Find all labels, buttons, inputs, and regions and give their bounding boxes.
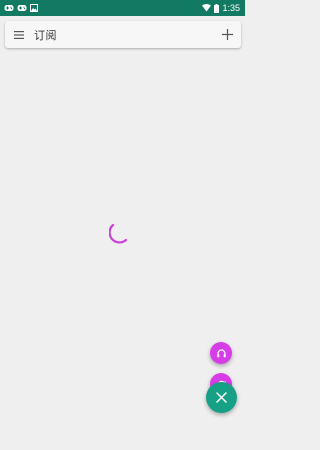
plus-icon bbox=[221, 29, 233, 40]
image-icon bbox=[30, 4, 38, 12]
hamburger-menu-icon bbox=[14, 30, 24, 39]
headset-fab[interactable] bbox=[210, 342, 232, 364]
loading-spinner bbox=[109, 223, 128, 244]
page-title: 订阅 bbox=[34, 28, 57, 42]
close-icon bbox=[216, 392, 227, 403]
status-time: 1:35 bbox=[222, 3, 240, 13]
gamepad-icon bbox=[4, 5, 14, 11]
toolbar: 订阅 bbox=[5, 21, 241, 48]
add-button[interactable] bbox=[215, 21, 239, 48]
wifi-icon bbox=[202, 4, 212, 12]
battery-icon bbox=[214, 3, 220, 13]
headset-icon bbox=[216, 348, 226, 357]
menu-button[interactable] bbox=[7, 21, 31, 48]
close-fab[interactable] bbox=[206, 382, 237, 413]
gamepad-icon bbox=[17, 5, 27, 11]
status-bar: 1:35 bbox=[0, 0, 245, 16]
status-right-icons: 1:35 bbox=[202, 0, 240, 16]
status-left-icons bbox=[4, 4, 38, 12]
